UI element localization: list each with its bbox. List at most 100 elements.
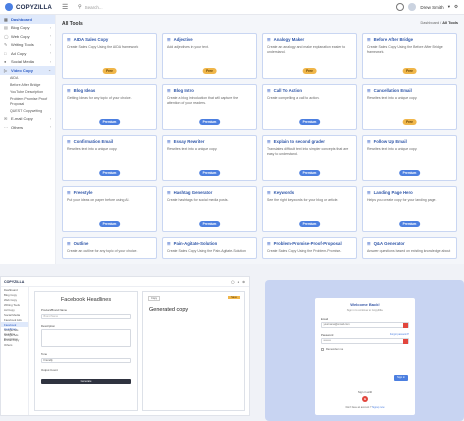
sign-in-button[interactable]: Sign in [394, 375, 408, 381]
tool-card[interactable]: ☰ Pain-Agitate-Solution Create Sales Copy … [162, 237, 257, 259]
description-textarea[interactable] [41, 329, 131, 347]
tool-card[interactable]: ☰ Outline Create an outline for any topic … [62, 237, 157, 259]
tool-card[interactable]: ☰ Essay Rewriter Rewrites text into a uniq… [162, 135, 257, 181]
s2-output-panel: Copy Save Generated copy [142, 291, 245, 411]
sidebar-item-dashboard[interactable]: ▦ Dashboard [0, 15, 55, 24]
generate-button[interactable]: Generate [41, 378, 131, 384]
tool-card[interactable]: ☰ Blog Intro Create a blog introduction th… [162, 84, 257, 130]
tool-card[interactable]: ☰ Call To Action Create compelling a call … [262, 84, 357, 130]
password-status-icon [403, 339, 408, 344]
tier-badge: Free [302, 68, 317, 74]
mail-icon: ✉ [4, 116, 8, 122]
tool-icon: ☰ [67, 241, 71, 246]
tool-card[interactable]: ☰ Problem-Promise-Proof-Proposal Create Sa… [262, 237, 357, 259]
tool-card-description: Create Sales Copy Using the AIDA framewo… [67, 45, 139, 49]
tool-card-title: ☰ Q&A Generator [367, 241, 452, 246]
google-icon[interactable]: G [362, 396, 368, 402]
chevron-right-icon: › [49, 34, 51, 39]
tool-card-title-text: Keywords [273, 190, 295, 195]
tool-icon: ☰ [167, 88, 171, 93]
sidebar-item-others[interactable]: ⋯ Others › [0, 123, 55, 132]
sidebar-subitem[interactable]: AIDA [0, 75, 55, 82]
tool-card[interactable]: ☰ Keywords See the right keywords for your… [262, 186, 357, 232]
tool-card[interactable]: ☰ Follow Up Email Rewrites text into a uni… [362, 135, 457, 181]
copy-tag[interactable]: Copy [148, 296, 161, 301]
sidebar-subitem[interactable]: Before After Bridge [0, 82, 55, 89]
tool-card-description: Create Sales Copy Using the Pain-Agitate… [167, 249, 246, 253]
email-label: Email [321, 317, 409, 321]
menu-icon[interactable]: ☰ [62, 3, 70, 11]
sidebar-subitem[interactable]: YouTube Description [0, 89, 55, 96]
signup-link[interactable]: Signup now [372, 406, 385, 409]
user-name[interactable]: Drew Smith [420, 5, 443, 10]
chevron-right-icon: › [49, 25, 51, 30]
tool-card[interactable]: ☰ Confirmation Email Rewrites text into a … [62, 135, 157, 181]
tool-icon: ☰ [67, 190, 71, 195]
search-input[interactable]: Search... [85, 5, 103, 10]
sidebar-item-web-copy[interactable]: ◯ Web Copy › [0, 32, 55, 41]
brand[interactable]: COPYZILLA [0, 3, 56, 11]
email-field[interactable]: yourname@email.com [321, 322, 409, 328]
tool-card-description: See the right keywords for your blog or … [267, 198, 339, 202]
tool-card-description: Create a blog introduction that will cap… [167, 96, 239, 105]
sidebar-subitem[interactable]: Problem Promise Proof Proposal [0, 96, 55, 108]
password-field[interactable]: •••••••• [321, 338, 409, 344]
dots-icon: ⋯ [4, 124, 8, 130]
tool-card[interactable]: ☰ Adjective Add adjectives in your text. Fr… [162, 33, 257, 79]
sidebar-item-ad-copy[interactable]: □ Ad Copy › [0, 49, 55, 58]
tool-icon: ☰ [67, 139, 71, 144]
sidebar-item-video-copy[interactable]: ▷ Video Copy ⌄ [0, 66, 55, 75]
settings-icon[interactable]: ⚙ [454, 4, 458, 10]
search-bar[interactable]: ⚲ Search... [78, 4, 103, 10]
tool-card[interactable]: ☰ Blog Ideas Getting Ideas for any topic o… [62, 84, 157, 130]
sidebar-item-email-copy[interactable]: ✉ E-mail Copy › [0, 115, 55, 124]
tool-card[interactable]: ☰ Explain to second grader Translates diff… [262, 135, 357, 181]
tool-card-description: Rewrites text into a unique copy. [367, 147, 418, 151]
theme-icon[interactable] [396, 3, 405, 11]
tool-card[interactable]: ☰ Before After Bridge Create Sales Copy Us… [362, 33, 457, 79]
tool-card[interactable]: ☰ Freestyle Put your ideas on paper before… [62, 186, 157, 232]
tool-card-title-text: Explain to second grader [273, 139, 325, 144]
forgot-password-link[interactable]: Forgot password? [390, 333, 409, 337]
sidebar-item-blog-copy[interactable]: ▤ Blog Copy › [0, 24, 55, 33]
s2-user-area: ◯ ● ⚙ [231, 280, 245, 284]
ad-icon: □ [4, 50, 7, 56]
tool-card[interactable]: ☰ Landing Page Hero Helps you create copy … [362, 186, 457, 232]
tool-card[interactable]: ☰ Cancellation Email Rewrites text into a … [362, 84, 457, 130]
tool-card-title-text: Adjective [173, 37, 193, 42]
tool-card[interactable]: ☰ Q&A Generator Answer questions based on … [362, 237, 457, 259]
remember-checkbox[interactable] [321, 347, 324, 351]
brand-name-input[interactable]: Brand Name [41, 313, 131, 319]
avatar[interactable]: ● [237, 280, 239, 284]
sidebar-item-label: Social Media [11, 59, 34, 65]
sidebar-subitem[interactable]: QUEST Copywriting [0, 108, 55, 115]
theme-icon[interactable]: ◯ [231, 280, 234, 284]
s2-sidebar-item[interactable]: Others [1, 342, 28, 347]
save-button[interactable]: Save [228, 296, 240, 299]
tool-icon: ☰ [67, 88, 71, 93]
breadcrumb-home[interactable]: Dashboard [420, 21, 439, 25]
breadcrumb-current: All Tools [442, 21, 458, 25]
tool-card-title-text: Essay Rewriter [173, 139, 205, 144]
tone-select[interactable]: Friendly [41, 357, 131, 363]
sidebar-item-social-media[interactable]: ● Social Media › [0, 58, 55, 67]
settings-icon[interactable]: ⚙ [242, 280, 245, 284]
tier-badge: Premium [398, 221, 421, 227]
chevron-down-icon[interactable]: ▾ [448, 4, 450, 10]
sidebar-item-label: Others [11, 124, 24, 130]
main-content: All Tools Dashboard / All Tools ☰ AIDA Sa… [56, 15, 464, 264]
avatar[interactable] [408, 3, 417, 11]
s2-brand[interactable]: COPYZILLA [4, 280, 24, 284]
tool-card-title-text: Landing Page Hero [373, 190, 413, 195]
tool-card-title: ☰ Blog Ideas [67, 88, 152, 93]
field-label: Product/Brand Name [41, 308, 68, 312]
tool-card[interactable]: ☰ Hashtag Generator Create hashtags for so… [162, 186, 257, 232]
tier-badge: Premium [198, 170, 221, 176]
tool-card-title: ☰ Freestyle [67, 190, 152, 195]
social-signin-label: Sign in with [357, 390, 373, 394]
tool-card[interactable]: ☰ Analogy Maker Create an analogy and make… [262, 33, 357, 79]
tool-card[interactable]: ☰ AIDA Sales Copy Create Sales Copy Using … [62, 33, 157, 79]
remember-me[interactable]: Remember me [321, 347, 409, 351]
tool-card-title: ☰ Problem-Promise-Proof-Proposal [267, 241, 352, 246]
sidebar-item-writing-tools[interactable]: ✎ Writing Tools › [0, 41, 55, 50]
